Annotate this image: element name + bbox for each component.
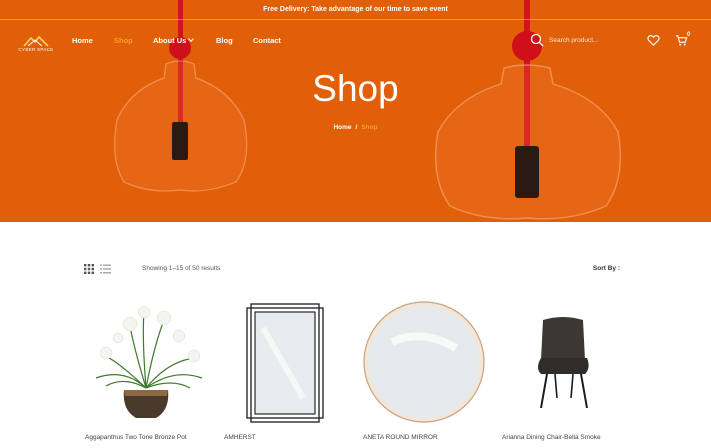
product-name[interactable]: AMHERST [224,434,256,441]
product-image-chair[interactable] [501,298,626,426]
product-name[interactable]: Arianna Dining Chair-Bella Smoke [502,434,601,441]
product-image-mirror-round[interactable] [362,298,487,426]
product-card[interactable]: Arianna Dining Chair-Bella Smoke [501,298,626,448]
sort-by-dropdown[interactable]: Sort By : [593,265,620,272]
breadcrumb: Home / Shop [0,124,711,131]
nav-blog[interactable]: Blog [216,36,233,45]
product-name[interactable]: ANETA ROUND MIRROR [363,434,438,441]
product-card[interactable]: ANETA ROUND MIRROR [362,298,487,448]
list-view-icon[interactable] [100,264,111,274]
shop-toolbar: Showing 1–15 of 50 results Sort By : [84,264,620,276]
header-divider [0,19,711,20]
nav-contact[interactable]: Contact [253,36,281,45]
hero-banner: Free Delivery: Take advantage of our tim… [0,0,711,222]
chevron-down-icon [188,36,195,42]
product-image-plant[interactable] [84,298,209,426]
logo-text: CYBER SPACE [18,47,54,52]
page-title: Shop [312,68,399,109]
nav-about-us-label: About Us [153,36,187,45]
nav-shop[interactable]: Shop [114,36,133,45]
site-logo[interactable]: CYBER SPACE [18,34,54,56]
logo-mountain-icon [23,35,49,47]
breadcrumb-current: Shop [361,124,378,131]
result-count: Showing 1–15 of 50 results [142,265,221,272]
breadcrumb-home-link[interactable]: Home [333,124,351,131]
announcement-bar: Free Delivery: Take advantage of our tim… [263,6,448,13]
product-name[interactable]: Aggapanthus Two Tone Bronze Pot [85,434,187,441]
nav-about-us[interactable]: About Us [153,36,195,45]
cart-count-badge: 0 [687,32,691,38]
wishlist-heart-icon[interactable] [647,34,660,47]
search-icon[interactable] [530,33,544,47]
product-card[interactable]: Aggapanthus Two Tone Bronze Pot [84,298,209,448]
product-card[interactable]: AMHERST [223,298,348,448]
grid-view-icon[interactable] [84,264,94,274]
nav-home[interactable]: Home [72,36,93,45]
product-image-mirror-rect[interactable] [223,298,348,426]
search-input[interactable] [549,34,639,46]
breadcrumb-separator: / [355,124,358,131]
